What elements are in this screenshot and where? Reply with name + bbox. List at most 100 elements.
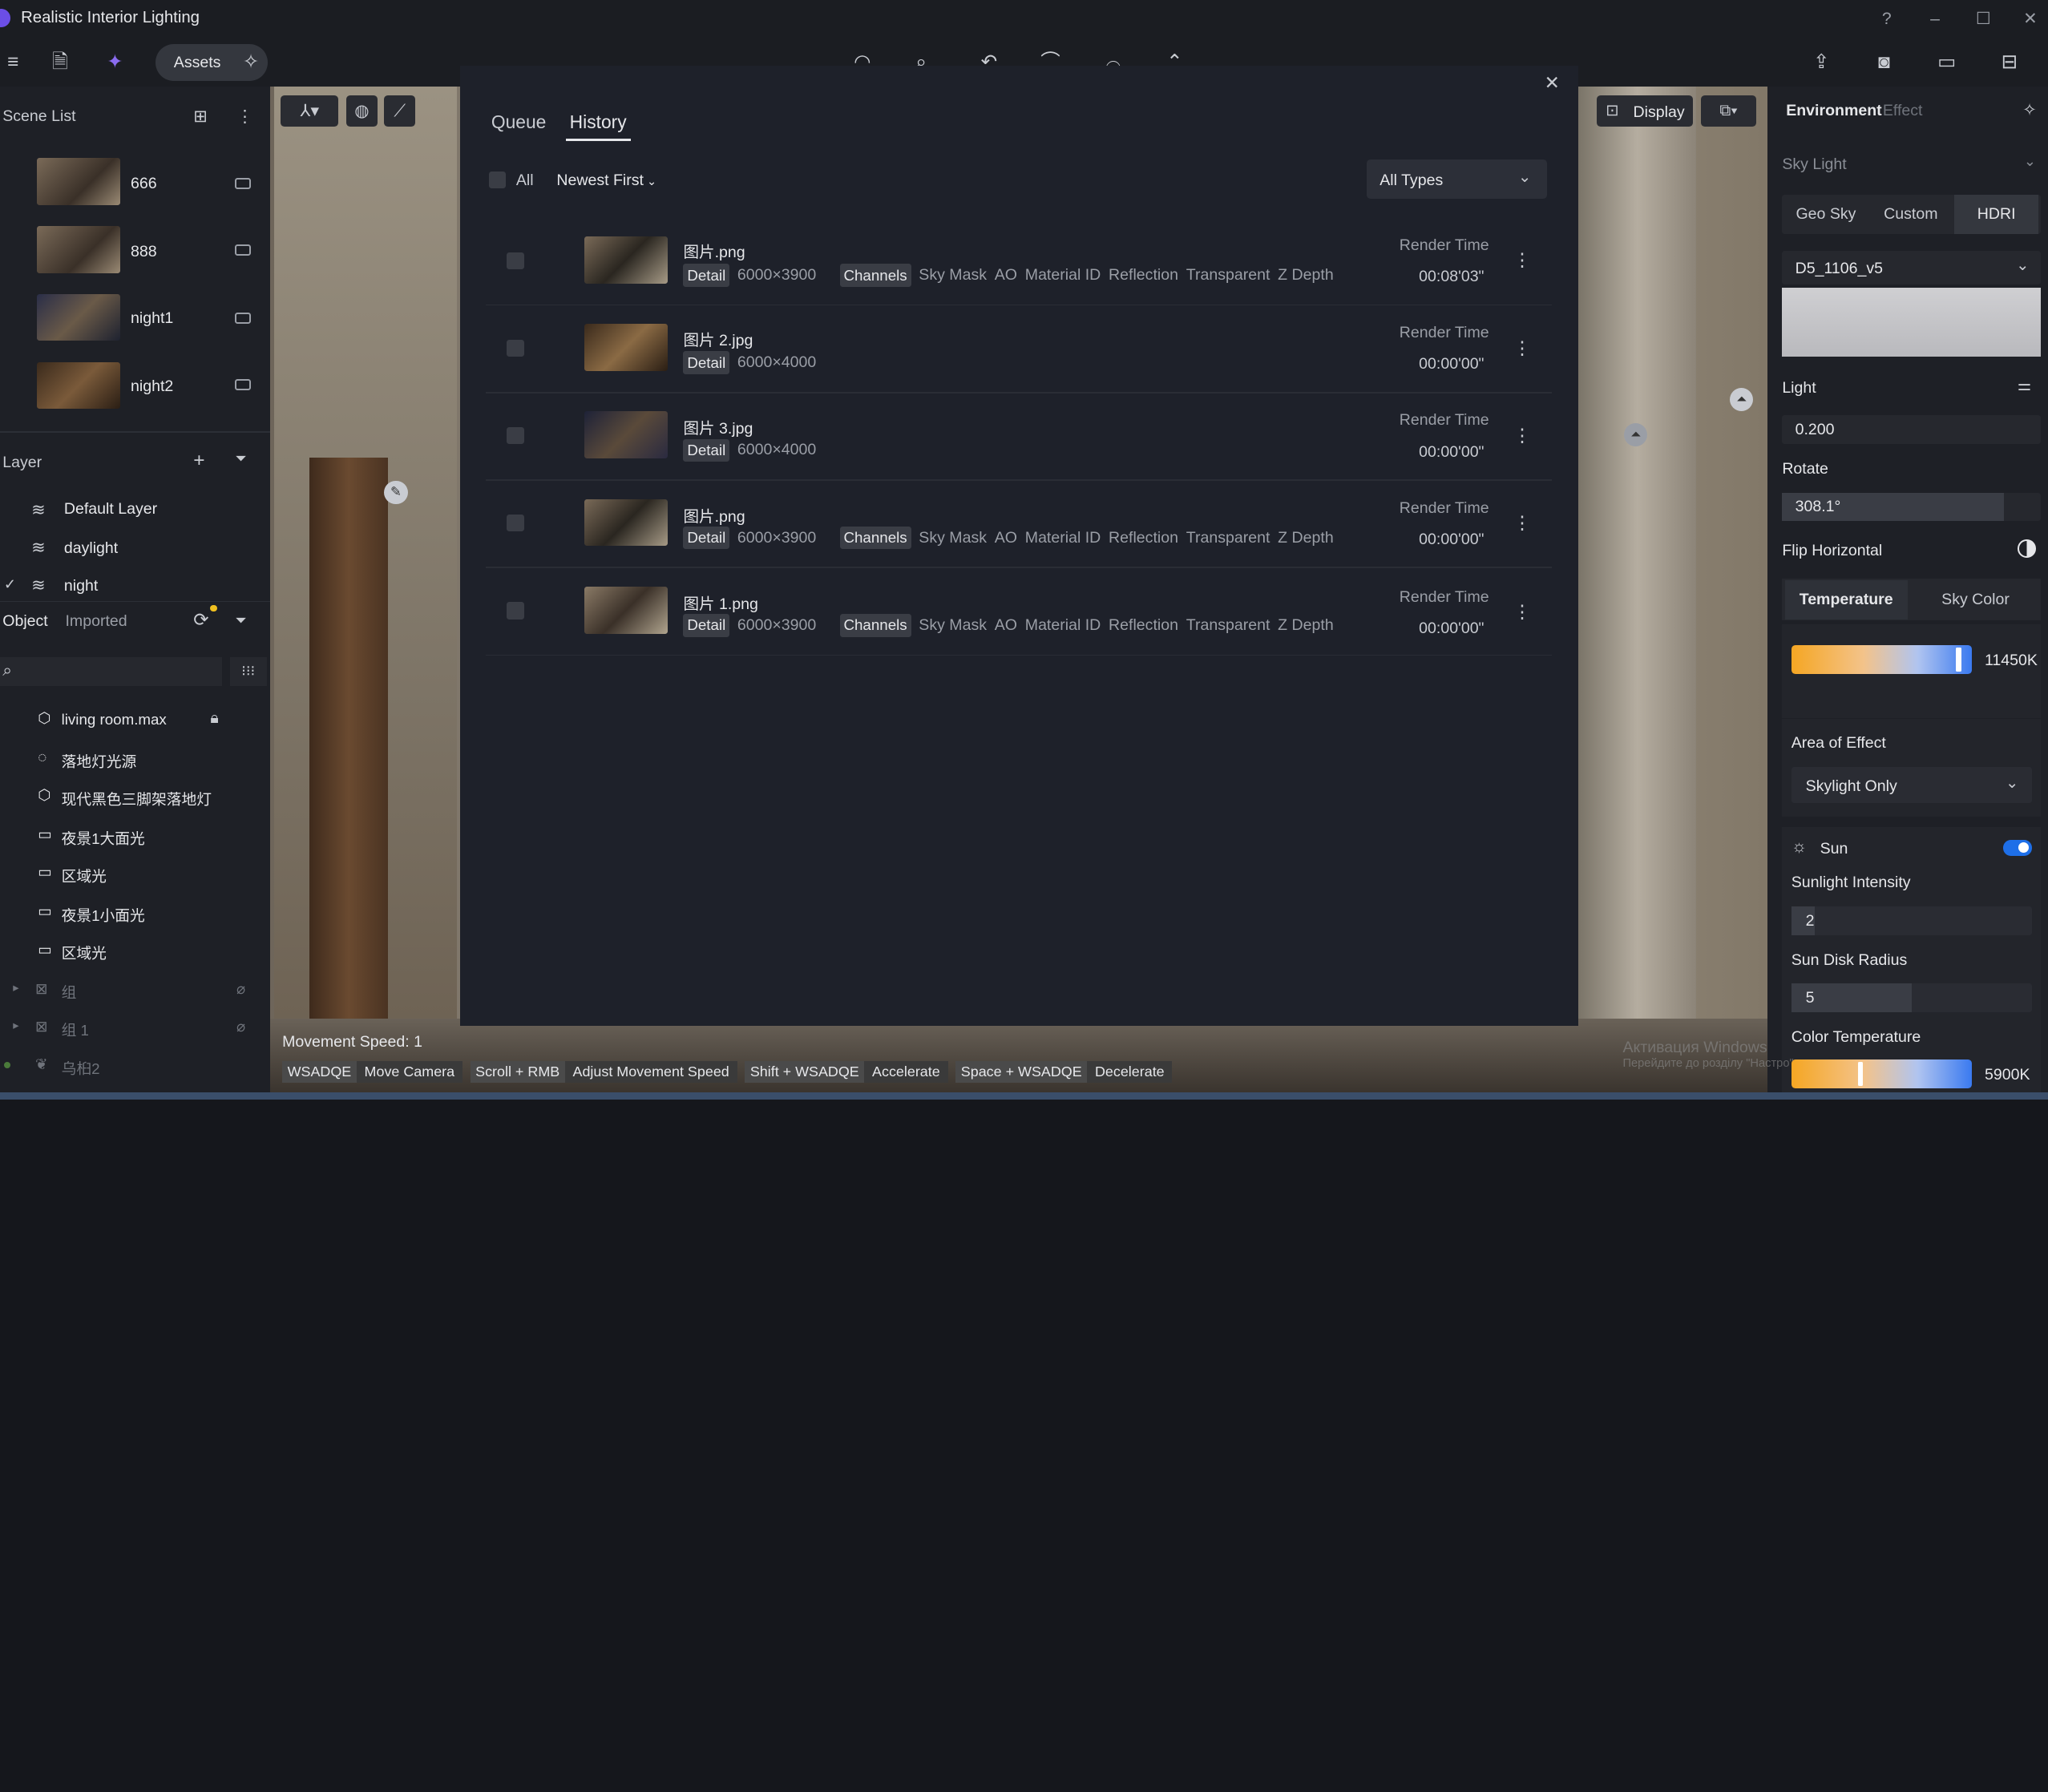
detail-tag[interactable]: Detail	[683, 438, 730, 462]
object-item[interactable]: 组 1	[62, 1019, 89, 1040]
close-dialog-icon[interactable]: ✕	[1545, 72, 1560, 94]
object-item[interactable]: 乌桕2	[62, 1057, 100, 1079]
row-checkbox[interactable]	[507, 515, 524, 532]
view-mode-icon[interactable]: ⧉▾	[1701, 95, 1756, 127]
render-thumbnail[interactable]	[584, 411, 668, 459]
sparkle-icon[interactable]: ✧	[238, 50, 265, 76]
scene-camera-icon[interactable]	[235, 244, 251, 256]
render-thumbnail[interactable]	[584, 586, 668, 634]
temperature-slider[interactable]	[1791, 645, 1972, 675]
chevron-down-icon[interactable]: ⌄	[2024, 153, 2036, 170]
grid-view-icon[interactable]: ⁝⁝⁝	[229, 656, 267, 686]
object-item[interactable]: 组	[62, 981, 77, 1003]
object-item[interactable]: 现代黑色三脚架落地灯	[62, 788, 212, 809]
object-rect-light-icon: ▭	[38, 825, 52, 843]
detail-tag[interactable]: Detail	[683, 526, 730, 550]
lock-icon[interactable]: 🔒︎	[210, 709, 218, 728]
add-scene-icon[interactable]: ⊞	[193, 106, 208, 127]
object-item[interactable]: 夜景1大面光	[62, 827, 145, 849]
scene-item-label[interactable]: 888	[131, 243, 157, 261]
scene-camera-icon[interactable]	[235, 312, 251, 325]
help-icon[interactable]: ?	[1872, 6, 1901, 33]
ai-icon[interactable]: ✦	[102, 50, 128, 76]
refresh-icon[interactable]: ⟳	[193, 609, 208, 631]
scene-camera-icon[interactable]	[235, 177, 251, 190]
scene-thumbnail[interactable]	[36, 361, 120, 410]
scene-item-label[interactable]: night1	[131, 309, 173, 328]
close-window-button[interactable]: ✕	[2016, 6, 2045, 33]
detail-tag[interactable]: Detail	[683, 614, 730, 637]
temperature-slider-handle[interactable]	[1956, 648, 1961, 672]
scene-item-label[interactable]: 666	[131, 175, 157, 193]
scene-thumbnail[interactable]	[36, 293, 120, 341]
tab-effect[interactable]: Effect	[1883, 102, 1923, 120]
scene-thumbnail[interactable]	[36, 158, 120, 205]
row-checkbox[interactable]	[507, 252, 524, 269]
camera-icon[interactable]: ◙	[1871, 50, 1897, 76]
layer-item[interactable]: night	[64, 577, 98, 595]
scene-camera-icon[interactable]	[235, 378, 251, 391]
add-layer-icon[interactable]: +	[193, 450, 204, 472]
row-checkbox[interactable]	[507, 602, 524, 620]
sky-mode-hdri[interactable]: HDRI	[1954, 194, 2038, 234]
object-item[interactable]: 落地灯光源	[62, 750, 137, 772]
object-item[interactable]: 区域光	[62, 942, 107, 963]
object-item[interactable]: 夜景1小面光	[62, 904, 145, 926]
row-more-icon[interactable]: ⋮	[1513, 337, 1532, 359]
sky-mode-geo[interactable]: Geo Sky	[1785, 195, 1868, 234]
tab-imported[interactable]: Imported	[66, 612, 127, 631]
object-item[interactable]: 区域光	[62, 865, 107, 886]
render-thumbnail[interactable]	[584, 236, 668, 284]
axis-gizmo-icon[interactable]: ⅄▾	[281, 95, 339, 127]
row-more-icon[interactable]: ⋮	[1513, 249, 1532, 271]
render-queue-icon[interactable]: ⊟	[1997, 50, 2023, 76]
file-icon[interactable]: 🗎	[47, 50, 74, 76]
menu-icon[interactable]: ≡	[0, 50, 26, 76]
row-more-icon[interactable]: ⋮	[1513, 512, 1532, 534]
detail-tag[interactable]: Detail	[683, 264, 730, 287]
sun-intensity-input[interactable]	[1791, 906, 2032, 936]
object-item[interactable]: living room.max	[62, 711, 167, 729]
filter-icon[interactable]: ⏷	[235, 612, 246, 629]
select-all-checkbox[interactable]	[488, 171, 506, 188]
video-icon[interactable]: ▭	[1933, 50, 1960, 76]
render-thumbnail[interactable]	[584, 324, 668, 371]
scene-thumbnail[interactable]	[36, 225, 120, 273]
hidden-eye-icon[interactable]: ⌀	[236, 1018, 245, 1035]
row-more-icon[interactable]: ⋮	[1513, 601, 1532, 623]
row-more-icon[interactable]: ⋮	[1513, 425, 1532, 446]
tab-temperature[interactable]: Temperature	[1784, 579, 1908, 620]
layer-item[interactable]: Default Layer	[64, 500, 157, 519]
expand-icon[interactable]: ▸	[13, 1019, 18, 1032]
tab-history[interactable]: History	[570, 111, 627, 133]
row-checkbox[interactable]	[507, 339, 524, 357]
color-temp-slider-handle[interactable]	[1857, 1062, 1864, 1086]
expand-icon[interactable]: ▸	[13, 981, 18, 995]
sort-dropdown[interactable]: Newest First ⌄	[556, 172, 656, 190]
sky-mode-custom[interactable]: Custom	[1870, 195, 1953, 234]
maximize-button[interactable]: ☐	[1969, 6, 1998, 33]
sliders-icon[interactable]: ⚌	[2018, 376, 2032, 395]
layer-collapse-icon[interactable]: ⏷	[235, 450, 246, 467]
minimize-button[interactable]: –	[1921, 6, 1949, 33]
tab-object[interactable]: Object	[2, 612, 48, 631]
detail-tag[interactable]: Detail	[683, 351, 730, 374]
color-temp-slider[interactable]	[1791, 1059, 1972, 1088]
render-thumbnail[interactable]	[584, 498, 668, 547]
hidden-eye-icon[interactable]: ⌀	[236, 980, 245, 998]
export-icon[interactable]: ⇪	[1808, 50, 1835, 76]
sparkle-icon[interactable]: ✧	[2022, 99, 2037, 120]
scene-more-icon[interactable]: ⋮	[236, 106, 253, 127]
row-checkbox[interactable]	[507, 427, 524, 445]
object-search-input[interactable]	[0, 656, 223, 686]
picker-icon[interactable]: ⟋	[384, 95, 416, 127]
tab-sky-color[interactable]: Sky Color	[1913, 580, 2038, 620]
globe-icon[interactable]: ◍	[345, 95, 378, 127]
tab-environment[interactable]: Environment	[1786, 102, 1881, 120]
scene-item-label[interactable]: night2	[131, 377, 173, 396]
tab-queue[interactable]: Queue	[491, 111, 547, 133]
hdri-preview[interactable]	[1782, 287, 2042, 357]
light-marker-icon[interactable]: ✎	[384, 480, 408, 505]
flip-toggle-icon[interactable]	[2017, 539, 2036, 558]
layer-item[interactable]: daylight	[64, 539, 118, 558]
